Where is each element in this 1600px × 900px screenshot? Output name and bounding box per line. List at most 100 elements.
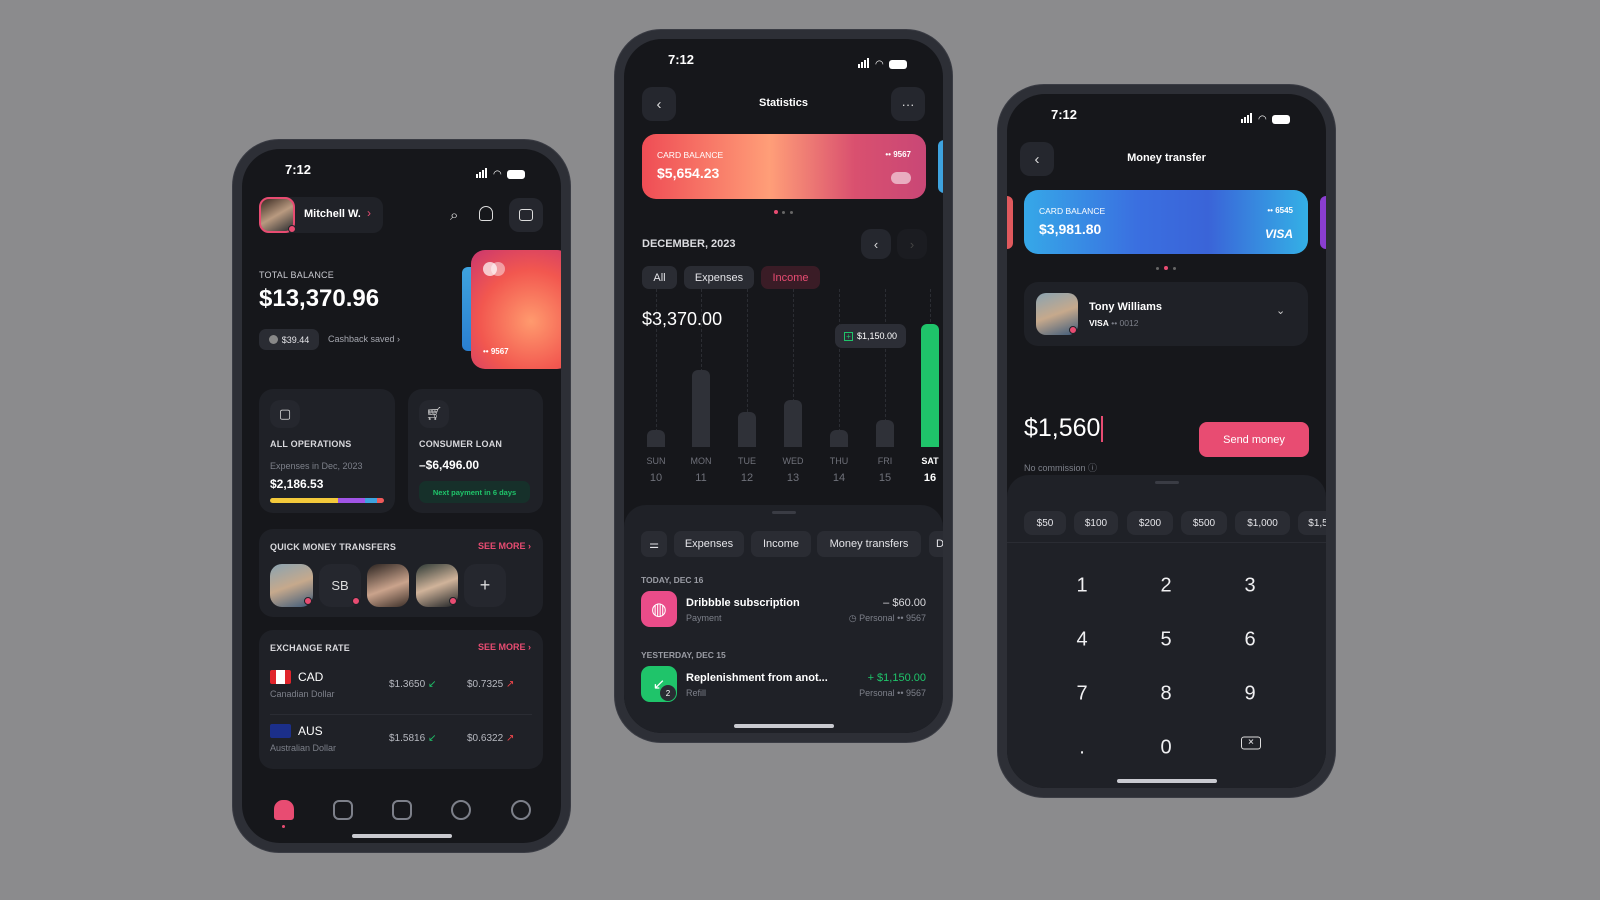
preset-amount-button[interactable]: $1,5 [1298, 511, 1326, 535]
bell-icon[interactable] [479, 206, 493, 221]
month-label: DECEMBER, 2023 [642, 238, 736, 250]
next-card-peek[interactable] [1320, 196, 1326, 249]
recipient-selector[interactable]: Tony Williams VISA •• 0012 ⌄ [1024, 282, 1308, 346]
transaction-title: Replenishment from anot... [686, 672, 828, 684]
visa-logo: VISA [1264, 227, 1293, 241]
preset-amount-button[interactable]: $200 [1127, 511, 1173, 535]
card-balance-card[interactable]: CARD BALANCE $3,981.80 •• 6545 VISA [1024, 190, 1308, 254]
nav-chat-icon[interactable] [451, 800, 471, 820]
amount-input[interactable]: $1,560 [1024, 414, 1104, 443]
currency-name: Australian Dollar [270, 743, 337, 753]
nav-history-icon[interactable] [511, 800, 531, 820]
tab-income[interactable]: Income [761, 266, 820, 289]
keypad-key[interactable]: . [1062, 737, 1102, 760]
keypad-key[interactable]: 9 [1230, 683, 1270, 706]
bar-mon[interactable] [692, 369, 710, 447]
info-icon[interactable]: ⓘ [1088, 463, 1097, 473]
day-label: MON [690, 456, 712, 466]
keypad-key[interactable]: 8 [1146, 683, 1186, 706]
quick-transfers-see-more[interactable]: SEE MORE › [478, 541, 531, 551]
scan-icon [519, 209, 533, 221]
day-label: TUE [738, 456, 756, 466]
chevron-down-icon: ⌄ [1276, 305, 1286, 317]
operations-title: ALL OPERATIONS [270, 439, 352, 449]
keypad-key[interactable]: 6 [1230, 629, 1270, 652]
more-options-button[interactable]: ··· [891, 87, 925, 121]
nav-card-icon[interactable] [333, 800, 353, 820]
breakdown-segment [270, 498, 339, 503]
transaction-row[interactable]: ◍ Dribbble subscription Payment – $60.00… [624, 591, 943, 627]
filter-expenses[interactable]: Expenses [674, 531, 744, 557]
sheet-handle[interactable] [772, 511, 796, 514]
count-badge: 2 [660, 685, 676, 701]
tab-expenses[interactable]: Expenses [684, 266, 754, 289]
day-label: THU [829, 456, 849, 466]
preset-amount-button[interactable]: $50 [1024, 511, 1066, 535]
date-label: 16 [923, 472, 937, 484]
exchange-see-more[interactable]: SEE MORE › [478, 642, 531, 652]
exchange-row-cad[interactable]: CAD Canadian Dollar $1.3650 ↙ $0.7325 ↗ [259, 666, 543, 718]
exchange-row-aus[interactable]: AUS Australian Dollar $1.5816 ↙ $0.6322 … [259, 720, 543, 772]
currency-code: CAD [298, 670, 324, 684]
tab-all[interactable]: All [642, 266, 677, 289]
filter-income[interactable]: Income [751, 531, 811, 557]
keypad-key[interactable]: 4 [1062, 629, 1102, 652]
consumer-loan-card[interactable]: 🛒︎ CONSUMER LOAN –$6,496.00 Next payment… [408, 389, 543, 513]
keypad-sheet: $50 $100 $200 $500 $1,000 $1,5 1 2 3 4 5 6 7 8 9. 0 ✕ [1007, 475, 1326, 788]
prev-month-button[interactable]: ‹ [861, 229, 891, 259]
nav-analytics-icon[interactable] [392, 800, 412, 820]
pager-dot [782, 211, 785, 214]
cashback-link[interactable]: Cashback saved › [328, 334, 400, 344]
scan-button[interactable] [509, 198, 543, 232]
pager-dot-active [774, 210, 778, 214]
preset-amount-button[interactable]: $500 [1181, 511, 1227, 535]
next-month-button[interactable]: › [897, 229, 927, 259]
keypad-key[interactable]: 0 [1146, 737, 1186, 760]
sheet-handle[interactable] [1155, 481, 1179, 484]
preset-amount-button[interactable]: $1,000 [1235, 511, 1290, 535]
clock-icon: ◷ [848, 613, 860, 623]
nav-home-icon[interactable] [274, 800, 294, 820]
date-label: 12 [740, 472, 754, 484]
bank-card[interactable]: •• 9567 [471, 250, 561, 369]
status-time: 7:12 [285, 162, 312, 177]
status-icons: ◠ [858, 55, 907, 73]
divider [1007, 542, 1326, 543]
search-icon[interactable]: ⌕ [450, 207, 458, 224]
keypad-key[interactable]: 1 [1062, 575, 1102, 598]
all-operations-card[interactable]: ▢ ALL OPERATIONS Expenses in Dec, 2023 $… [259, 389, 395, 513]
bar-thu[interactable] [830, 429, 848, 447]
text-cursor [1101, 416, 1104, 443]
transaction-account: Personal •• 9567 [859, 613, 926, 623]
prev-card-peek[interactable] [1007, 196, 1013, 249]
filter-money-transfers[interactable]: Money transfers [817, 531, 921, 557]
exchange-title: EXCHANGE RATE [270, 643, 350, 653]
cart-icon: 🛒︎ [419, 400, 449, 428]
bar-wed[interactable] [784, 399, 802, 447]
filter-settings-button[interactable]: ⚌ [641, 531, 667, 557]
bar-sat[interactable] [921, 324, 939, 447]
transaction-row[interactable]: ↙ 2 Replenishment from anot... Refill + … [624, 666, 943, 702]
profile-button[interactable]: Mitchell W. › [259, 197, 383, 233]
date-header: TODAY, DEC 16 [641, 575, 704, 585]
status-icons: ◠ [1241, 110, 1290, 128]
buy-rate: $1.3650 [389, 679, 426, 690]
bar-fri[interactable] [876, 420, 894, 447]
keypad-key[interactable]: 2 [1146, 575, 1186, 598]
next-card-peek[interactable] [938, 140, 943, 193]
bar-sun[interactable] [647, 429, 665, 447]
send-money-button[interactable]: Send money [1199, 422, 1309, 457]
contact-avatar[interactable] [367, 564, 409, 607]
keypad-key[interactable]: 7 [1062, 683, 1102, 706]
keypad-key[interactable]: 5 [1146, 629, 1186, 652]
add-contact-button[interactable]: + [464, 564, 506, 607]
keypad-key[interactable]: 3 [1230, 575, 1270, 598]
preset-amount-button[interactable]: $100 [1074, 511, 1118, 535]
nav-active-dot [282, 825, 285, 828]
status-time: 7:12 [668, 52, 695, 67]
filter-more[interactable]: D [929, 531, 943, 557]
date-label: 15 [878, 472, 892, 484]
bar-tue[interactable] [738, 411, 756, 447]
backspace-key[interactable]: ✕ [1231, 728, 1271, 751]
card-balance-card[interactable]: CARD BALANCE $5,654.23 •• 9567 [642, 134, 926, 199]
